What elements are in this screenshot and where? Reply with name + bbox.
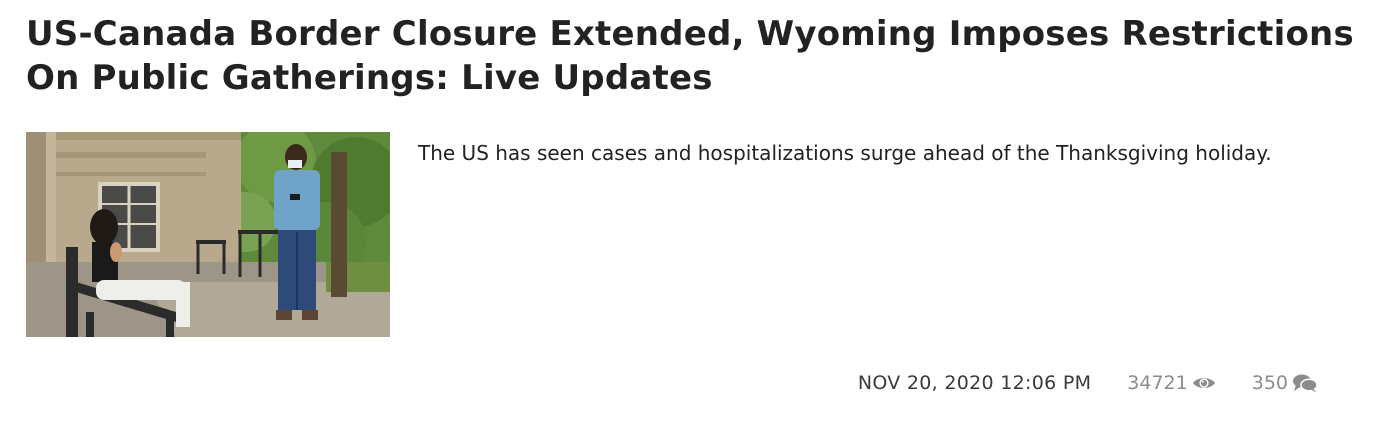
comments-icon[interactable] (1292, 373, 1318, 393)
view-count: 34721 (1127, 372, 1215, 394)
article-headline[interactable]: US-Canada Border Closure Extended, Wyomi… (26, 12, 1356, 100)
comment-count-value[interactable]: 350 (1252, 372, 1288, 394)
eye-icon (1192, 375, 1216, 391)
view-count-value: 34721 (1127, 372, 1188, 394)
article-summary: The US has seen cases and hospitalizatio… (418, 141, 1272, 165)
publish-date: NOV 20, 2020 12:06 PM (857, 372, 1092, 394)
article-thumbnail-image[interactable] (26, 132, 390, 337)
comment-count[interactable]: 350 (1252, 372, 1318, 394)
article-meta: NOV 20, 2020 12:06 PM 34721 350 (858, 369, 1318, 397)
